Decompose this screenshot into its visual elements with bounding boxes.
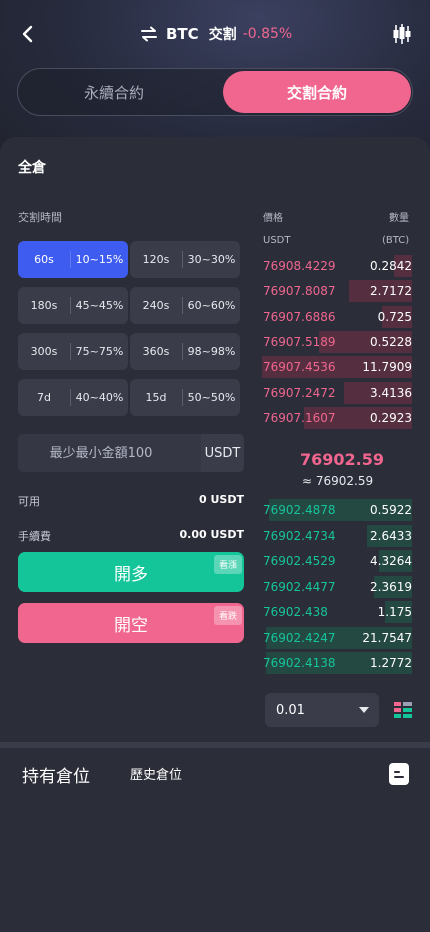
bid-row[interactable]: 76902.4734 2.6433 xyxy=(262,524,412,547)
swap-icon xyxy=(140,24,160,44)
ask-row[interactable]: 76907.1607 0.2923 xyxy=(262,406,412,429)
bid-qty: 21.7547 xyxy=(362,630,412,645)
ask-price: 76907.1607 xyxy=(263,410,336,425)
fee-label: 手續費 xyxy=(18,530,51,543)
available-label: 可用 xyxy=(18,495,40,508)
bid-row[interactable]: 76902.4878 0.5922 xyxy=(262,499,412,521)
ask-qty: 0.2842 xyxy=(370,259,412,273)
amount-input[interactable] xyxy=(18,434,184,472)
pair-title[interactable]: BTC 交割 -0.85% xyxy=(140,22,292,46)
ask-row[interactable]: 76908.4229 0.2842 xyxy=(262,255,412,277)
tab-holdings[interactable]: 持有倉位 xyxy=(22,762,90,787)
contract-type: 交割 xyxy=(208,27,237,43)
ask-price: 76907.4536 xyxy=(263,360,336,375)
ask-row[interactable]: 76907.6886 0.725 xyxy=(262,305,412,328)
ask-price: 76908.4229 xyxy=(263,259,336,273)
bid-qty: 1.2772 xyxy=(370,656,412,670)
duration-option[interactable]: 7d 40~40% xyxy=(18,379,128,416)
document-icon[interactable] xyxy=(389,763,409,785)
ask-price: 76907.2472 xyxy=(263,385,336,400)
bid-row[interactable]: 76902.438 1.175 xyxy=(262,601,412,623)
ask-qty: 2.7172 xyxy=(370,284,412,299)
bid-price: 76902.4878 xyxy=(263,503,336,517)
ask-row[interactable]: 76907.2472 3.4136 xyxy=(262,381,412,404)
back-button[interactable] xyxy=(14,20,42,48)
ask-price: 76907.6886 xyxy=(263,309,336,324)
precision-value: 0.01 xyxy=(276,702,305,718)
bid-price: 76902.438 xyxy=(263,605,328,619)
margin-mode[interactable]: 全倉 xyxy=(18,157,46,177)
open-short-label: 開空 xyxy=(114,615,148,636)
duration-option[interactable]: 300s 75~75% xyxy=(18,333,128,370)
ask-row[interactable]: 76907.8087 2.7172 xyxy=(262,280,412,303)
duration-option[interactable]: 60s 10~15% xyxy=(18,241,128,278)
tab-history[interactable]: 歷史倉位 xyxy=(130,764,182,783)
contract-mode-switch: 永續合約 交割合約 xyxy=(17,68,413,116)
delivery-time-label: 交割時間 xyxy=(18,211,62,224)
candlestick-icon xyxy=(393,24,411,44)
open-long-label: 開多 xyxy=(114,564,148,585)
section-divider xyxy=(0,742,430,748)
ask-qty: 0.725 xyxy=(377,309,412,324)
depth-view-icon[interactable] xyxy=(394,701,412,719)
pair-symbol: BTC xyxy=(166,25,199,43)
amount-unit: USDT xyxy=(201,434,244,472)
top-bar: BTC 交割 -0.85% xyxy=(0,0,430,68)
bullish-tag: 看漲 xyxy=(213,555,242,574)
chart-button[interactable] xyxy=(390,20,414,48)
ask-price: 76907.5189 xyxy=(263,334,336,349)
tab-perpetual[interactable]: 永續合約 xyxy=(20,71,208,113)
tab-delivery[interactable]: 交割合約 xyxy=(223,71,411,113)
ob-price-unit: USDT xyxy=(263,235,291,246)
ob-qty-header: 數量 xyxy=(389,213,409,224)
ask-qty: 0.5228 xyxy=(370,334,412,349)
ask-price: 76907.8087 xyxy=(263,284,336,299)
duration-option[interactable]: 15d 50~50% xyxy=(130,379,240,416)
bid-qty: 1.175 xyxy=(377,605,412,619)
mid-price-reference: ≈ 76902.59 xyxy=(302,474,374,488)
bid-row[interactable]: 76902.4138 1.2772 xyxy=(262,652,412,674)
fee-value: 0.00 USDT xyxy=(179,528,244,541)
bid-qty: 2.6433 xyxy=(370,528,412,543)
open-long-button[interactable]: 開多 看漲 xyxy=(18,552,244,592)
chevron-left-icon xyxy=(22,25,33,43)
ob-qty-unit: (BTC) xyxy=(382,235,410,246)
ask-qty: 0.2923 xyxy=(370,410,412,425)
available-value: 0 USDT xyxy=(199,493,244,506)
bid-price: 76902.4477 xyxy=(263,579,336,594)
ask-qty: 3.4136 xyxy=(370,385,412,400)
mid-price: 76902.59 xyxy=(300,450,385,469)
bid-row[interactable]: 76902.4477 2.3619 xyxy=(262,575,412,598)
bid-row[interactable]: 76902.4529 4.3264 xyxy=(262,550,412,572)
ask-row[interactable]: 76907.5189 0.5228 xyxy=(262,330,412,353)
bid-qty: 4.3264 xyxy=(370,554,412,568)
duration-option[interactable]: 240s 60~60% xyxy=(130,287,240,324)
bid-qty: 0.5922 xyxy=(370,503,412,517)
open-short-button[interactable]: 開空 看跌 xyxy=(18,603,244,643)
bid-price: 76902.4529 xyxy=(263,554,336,568)
precision-select[interactable]: 0.01 xyxy=(265,693,379,727)
bid-price: 76902.4734 xyxy=(263,528,336,543)
duration-option[interactable]: 360s 98~98% xyxy=(130,333,240,370)
ask-row[interactable]: 76907.4536 11.7909 xyxy=(262,356,412,379)
bid-qty: 2.3619 xyxy=(370,579,412,594)
caret-down-icon xyxy=(359,707,369,713)
ob-price-header: 價格 xyxy=(263,213,283,224)
bearish-tag: 看跌 xyxy=(213,606,242,625)
duration-option[interactable]: 120s 30~30% xyxy=(130,241,240,278)
bid-price: 76902.4247 xyxy=(263,630,336,645)
duration-option[interactable]: 180s 45~45% xyxy=(18,287,128,324)
amount-field-wrapper: USDT xyxy=(18,434,244,472)
ask-qty: 11.7909 xyxy=(362,360,412,375)
bid-row[interactable]: 76902.4247 21.7547 xyxy=(262,626,412,649)
price-change: -0.85% xyxy=(242,26,293,42)
bid-price: 76902.4138 xyxy=(263,656,336,670)
